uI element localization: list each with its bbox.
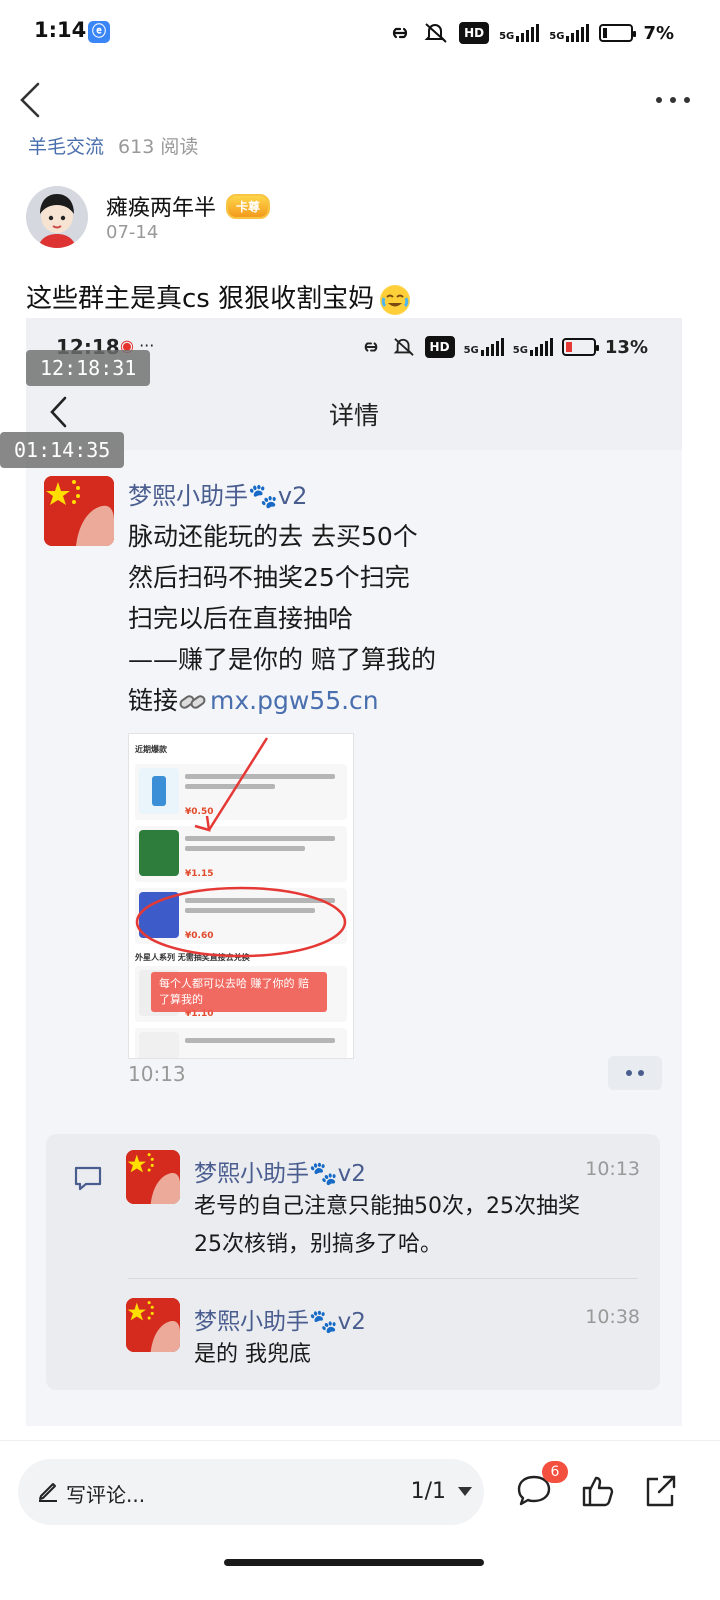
reply-author-name: 梦熙小助手🐾v2 [194,1309,366,1335]
comment-placeholder: 写评论... [66,1483,146,1507]
reply-text-line: 25次核销，别搞多了哈。 [194,1232,442,1257]
status-bar: 1:14 ⓔ HD 5G 5G 7% [0,0,720,66]
message-line: 然后扫码不抽奖25个扫完 [128,563,410,592]
reply-comment-icon [74,1166,102,1191]
battery-icon [599,24,637,42]
group-name[interactable]: 羊毛交流 [28,136,104,158]
message-time: 10:13 [128,1062,186,1086]
reply-text-line: 是的 我兜底 [194,1342,311,1367]
video-timestamp-mid: 01:14:35 [0,432,125,468]
embedded-screenshot[interactable]: 12:18 ◉ ··· HD 5G 5G 13% 详情 梦熙小助手🐾v2 脉动还… [26,318,682,1426]
avatar[interactable] [26,186,88,248]
attached-image: 近期爆款 ¥0.50 ¥1.15 ¥0.60 外星人系列 无需抽奖直接去兑换 ¥… [128,733,354,1059]
post-text-content: 这些群主是真cs 狠狠收割宝妈 [26,284,375,314]
reply-text: 老号的自己注意只能抽50次，25次抽奖 25次核销，别搞多了哈。 [194,1188,580,1264]
link-prefix: 链接 [128,686,179,715]
status-time: 1:14 [34,18,87,42]
back-arrow-icon[interactable] [14,78,48,122]
embedded-status-indicators: HD 5G 5G 13% [359,336,648,358]
embedded-signal-1-icon: 5G [464,338,504,356]
reply-author-avatar [126,1298,180,1352]
bottom-action-bar: 写评论... 1/1 6 [0,1440,720,1550]
comment-count-badge: 6 [542,1461,568,1483]
chain-link-icon [179,695,206,709]
more-options-button[interactable] [656,90,690,110]
thumbs-up-icon[interactable] [578,1471,618,1511]
signal-2-icon: 5G [549,24,590,42]
battery-percent: 7% [643,22,674,44]
post-text: 这些群主是真cs 狠狠收割宝妈 [26,278,411,315]
status-indicators: HD 5G 5G 7% [387,20,674,46]
reply-author-avatar [126,1150,180,1204]
embedded-link-icon [364,342,377,352]
author-name-row: 瘫痪两年半 卡尊 [106,190,271,222]
author-name[interactable]: 瘫痪两年半 [106,190,216,222]
message-link-line: 链接 mx.pgw55.cn [128,680,436,721]
nav-bar [0,66,720,134]
share-icon[interactable] [640,1471,680,1511]
reply-divider [128,1278,638,1279]
video-timestamp-top: 12:18:31 [26,350,151,386]
message-author-avatar [44,476,114,546]
message-more-button [608,1056,662,1090]
mute-icon [424,23,447,43]
replies-box: 梦熙小助手🐾v2 10:13 老号的自己注意只能抽50次，25次抽奖 25次核销… [46,1134,660,1390]
hd-voice-badge: HD [459,22,490,44]
page-indicator[interactable]: 1/1 [411,1479,446,1504]
home-indicator[interactable] [224,1559,484,1566]
read-count: 613 阅读 [118,136,199,158]
message-line: ——赚了是你的 赔了算我的 [128,645,436,674]
reply-author-name: 梦熙小助手🐾v2 [194,1161,366,1187]
hand-drawn-annotations [135,737,347,958]
chevron-down-icon[interactable] [458,1487,472,1496]
embedded-page-title: 详情 [328,401,379,430]
reply-time: 10:38 [585,1306,640,1328]
reply-text-line: 老号的自己注意只能抽50次，25次抽奖 [194,1194,580,1219]
comment-input[interactable]: 写评论... 1/1 [18,1459,484,1525]
pen-icon [39,1483,57,1502]
signal-1-icon: 5G [499,24,540,42]
message-line: 扫完以后在直接抽哈 [128,604,354,633]
embedded-battery-icon [561,338,599,356]
app-notification-icon: ⓔ [88,21,110,43]
post-author: 瘫痪两年半 卡尊 07-14 [26,186,686,252]
crying-laughing-emoji-icon [380,284,411,315]
link-status-icon [393,27,408,39]
vip-badge: 卡尊 [226,193,271,219]
group-breadcrumb[interactable]: 羊毛交流 613 阅读 [28,132,198,158]
embedded-hd-badge: HD [424,336,455,358]
reply-text: 是的 我兜底 [194,1336,311,1374]
message-line: 脉动还能玩的去 去买50个 [128,522,418,551]
embedded-battery-percent: 13% [604,336,648,358]
message-link: mx.pgw55.cn [210,686,379,715]
message-author-name: 梦熙小助手🐾v2 [128,482,308,510]
embedded-mute-icon [393,338,414,356]
message-body: 脉动还能玩的去 去买50个 然后扫码不抽奖25个扫完 扫完以后在直接抽哈 ——赚… [128,516,436,721]
post-date: 07-14 [106,222,159,243]
embedded-nav-bar: 详情 [26,376,682,450]
embedded-signal-2-icon: 5G [513,338,553,356]
reply-time: 10:13 [585,1158,640,1180]
